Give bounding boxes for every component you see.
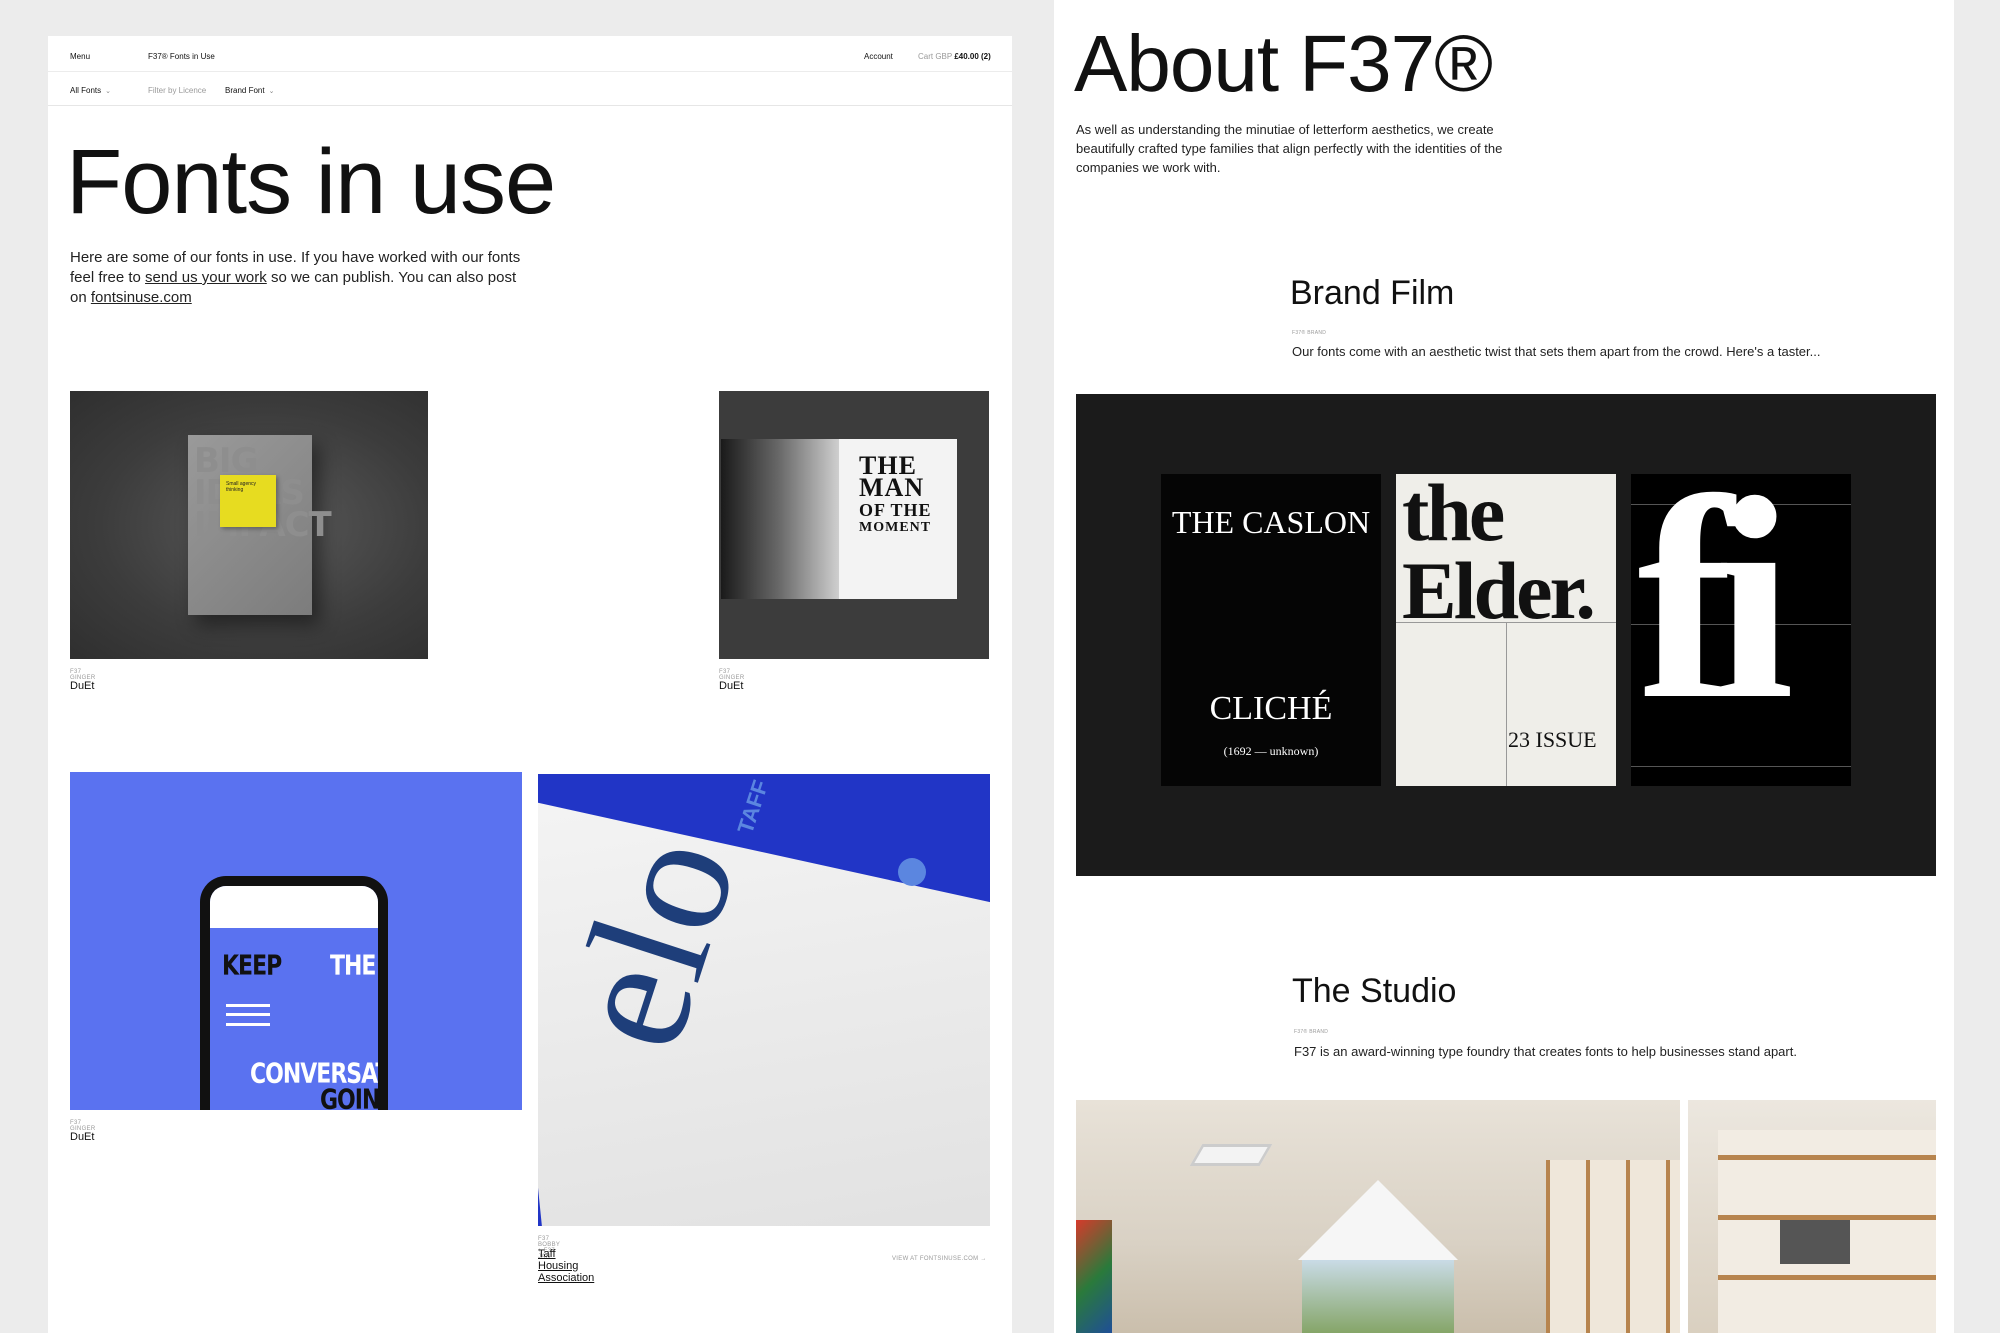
- page-title: Fonts in use: [66, 131, 556, 233]
- send-work-link[interactable]: send us your work: [145, 269, 267, 286]
- phone-text-the: THE: [330, 950, 376, 983]
- breadcrumb[interactable]: F37® Fonts in Use: [148, 52, 215, 61]
- gable-window: [1298, 1180, 1458, 1260]
- guide-line: [1631, 766, 1851, 767]
- menu-lines-icon: [226, 1004, 270, 1026]
- about-description: As well as understanding the minutiae of…: [1076, 122, 1503, 175]
- brand-font-dropdown[interactable]: Brand Font ⌄: [225, 86, 274, 95]
- all-fonts-label: All Fonts: [70, 86, 102, 95]
- phone-mockup: KEEP THE CONVERSATION GOING: [200, 876, 388, 1110]
- magazine-headline-3: OF THE: [859, 500, 932, 520]
- card-title[interactable]: DuEt: [70, 680, 94, 692]
- skylight: [1189, 1144, 1273, 1166]
- divider: [1506, 622, 1507, 786]
- tv-screen: [1780, 1220, 1850, 1264]
- studio-title: The Studio: [1292, 972, 1457, 1010]
- cart-label: Cart GBP: [918, 52, 953, 61]
- card-image[interactable]: BIG IDEAS IMPACT Small agency thinking: [70, 391, 428, 659]
- magazine-headline-4: MOMENT: [859, 520, 932, 535]
- sticky-note: Small agency thinking: [220, 475, 276, 527]
- brand-film-meta: F37® Brand: [1292, 330, 1327, 336]
- top-nav: Menu F37® Fonts in Use Account Cart GBP …: [48, 36, 1012, 106]
- nav-row-primary: Menu F37® Fonts in Use Account Cart GBP …: [48, 36, 1012, 72]
- cart-value: £40.00 (2): [954, 52, 991, 61]
- card-title[interactable]: Taff Housing Association: [538, 1248, 594, 1284]
- all-fonts-dropdown[interactable]: All Fonts ⌄: [70, 86, 111, 95]
- garden-view: [1302, 1260, 1454, 1333]
- film-card-elder: the Elder. 23 ISSUE: [1396, 467, 1616, 786]
- blue-dot: [898, 858, 926, 886]
- brand-film-video[interactable]: THE CASLON CLICHÉ (1692 — unknown) the E…: [1076, 394, 1936, 876]
- card-title[interactable]: DuEt: [70, 1131, 94, 1143]
- fi-ligature-text: fi: [1637, 474, 1794, 759]
- elder-text: the Elder.: [1402, 467, 1596, 636]
- chevron-down-icon: ⌄: [268, 88, 275, 95]
- cart-link[interactable]: Cart GBP £40.00 (2): [918, 52, 991, 61]
- book-mockup: BIG IDEAS IMPACT Small agency thinking: [188, 435, 332, 615]
- wall-art: [1076, 1220, 1112, 1333]
- view-at-fontsinuse-link[interactable]: View at fontsinuse.com →: [892, 1256, 987, 1262]
- film-card-ligature: fi: [1631, 474, 1851, 786]
- menu-button[interactable]: Menu: [70, 52, 90, 61]
- chevron-down-icon: ⌄: [105, 88, 111, 95]
- fontsinuse-link[interactable]: fontsinuse.com: [91, 289, 192, 306]
- caslon-text: THE CASLON: [1171, 504, 1371, 540]
- card-image[interactable]: KEEP THE CONVERSATION GOING: [70, 772, 522, 1110]
- account-link[interactable]: Account: [864, 52, 893, 61]
- film-card-caslon: THE CASLON CLICHÉ (1692 — unknown): [1161, 474, 1381, 786]
- licence-filter[interactable]: Filter by Licence: [148, 86, 206, 95]
- phone-screen: KEEP THE CONVERSATION GOING: [210, 886, 378, 1110]
- card-title[interactable]: DuEt: [719, 680, 743, 692]
- about-page: About F37® As well as understanding the …: [1054, 0, 1954, 1333]
- taff-logo-text: TAFF: [732, 777, 774, 837]
- brand-film-title: Brand Film: [1290, 274, 1455, 312]
- brand-film-description: Our fonts come with an aesthetic twist t…: [1292, 344, 1821, 359]
- card-image[interactable]: TAFF elo: [538, 774, 990, 1226]
- magazine-headline-2: MAN: [859, 473, 925, 502]
- cliche-date-text: (1692 — unknown): [1223, 744, 1319, 758]
- studio-meta: F37® Brand: [1294, 1029, 1329, 1035]
- page-description: Here are some of our fonts in use. If yo…: [70, 248, 530, 308]
- studio-photo-side: [1688, 1100, 1936, 1333]
- studio-photo-main: [1076, 1100, 1680, 1333]
- shelving: [1546, 1160, 1680, 1333]
- card-image[interactable]: THE MAN OF THE MOMENT: [719, 391, 989, 659]
- magazine-text-page: THE MAN OF THE MOMENT: [839, 439, 957, 599]
- cliche-text: CLICHÉ: [1209, 690, 1333, 727]
- nav-row-filters: All Fonts ⌄ Filter by Licence Brand Font ⌄: [48, 72, 1012, 106]
- phone-text-going: GOING: [320, 1084, 378, 1110]
- phone-text-keep: KEEP: [222, 950, 282, 983]
- magazine-photo-page: [721, 439, 839, 599]
- brand-font-label: Brand Font: [225, 86, 265, 95]
- phone-screen-header: [210, 886, 378, 928]
- fonts-in-use-page: Menu F37® Fonts in Use Account Cart GBP …: [48, 36, 1012, 1333]
- studio-description: F37 is an award-winning type foundry tha…: [1294, 1044, 1797, 1059]
- about-title: About F37®: [1074, 19, 1493, 108]
- issue-text: 23 ISSUE: [1508, 727, 1597, 752]
